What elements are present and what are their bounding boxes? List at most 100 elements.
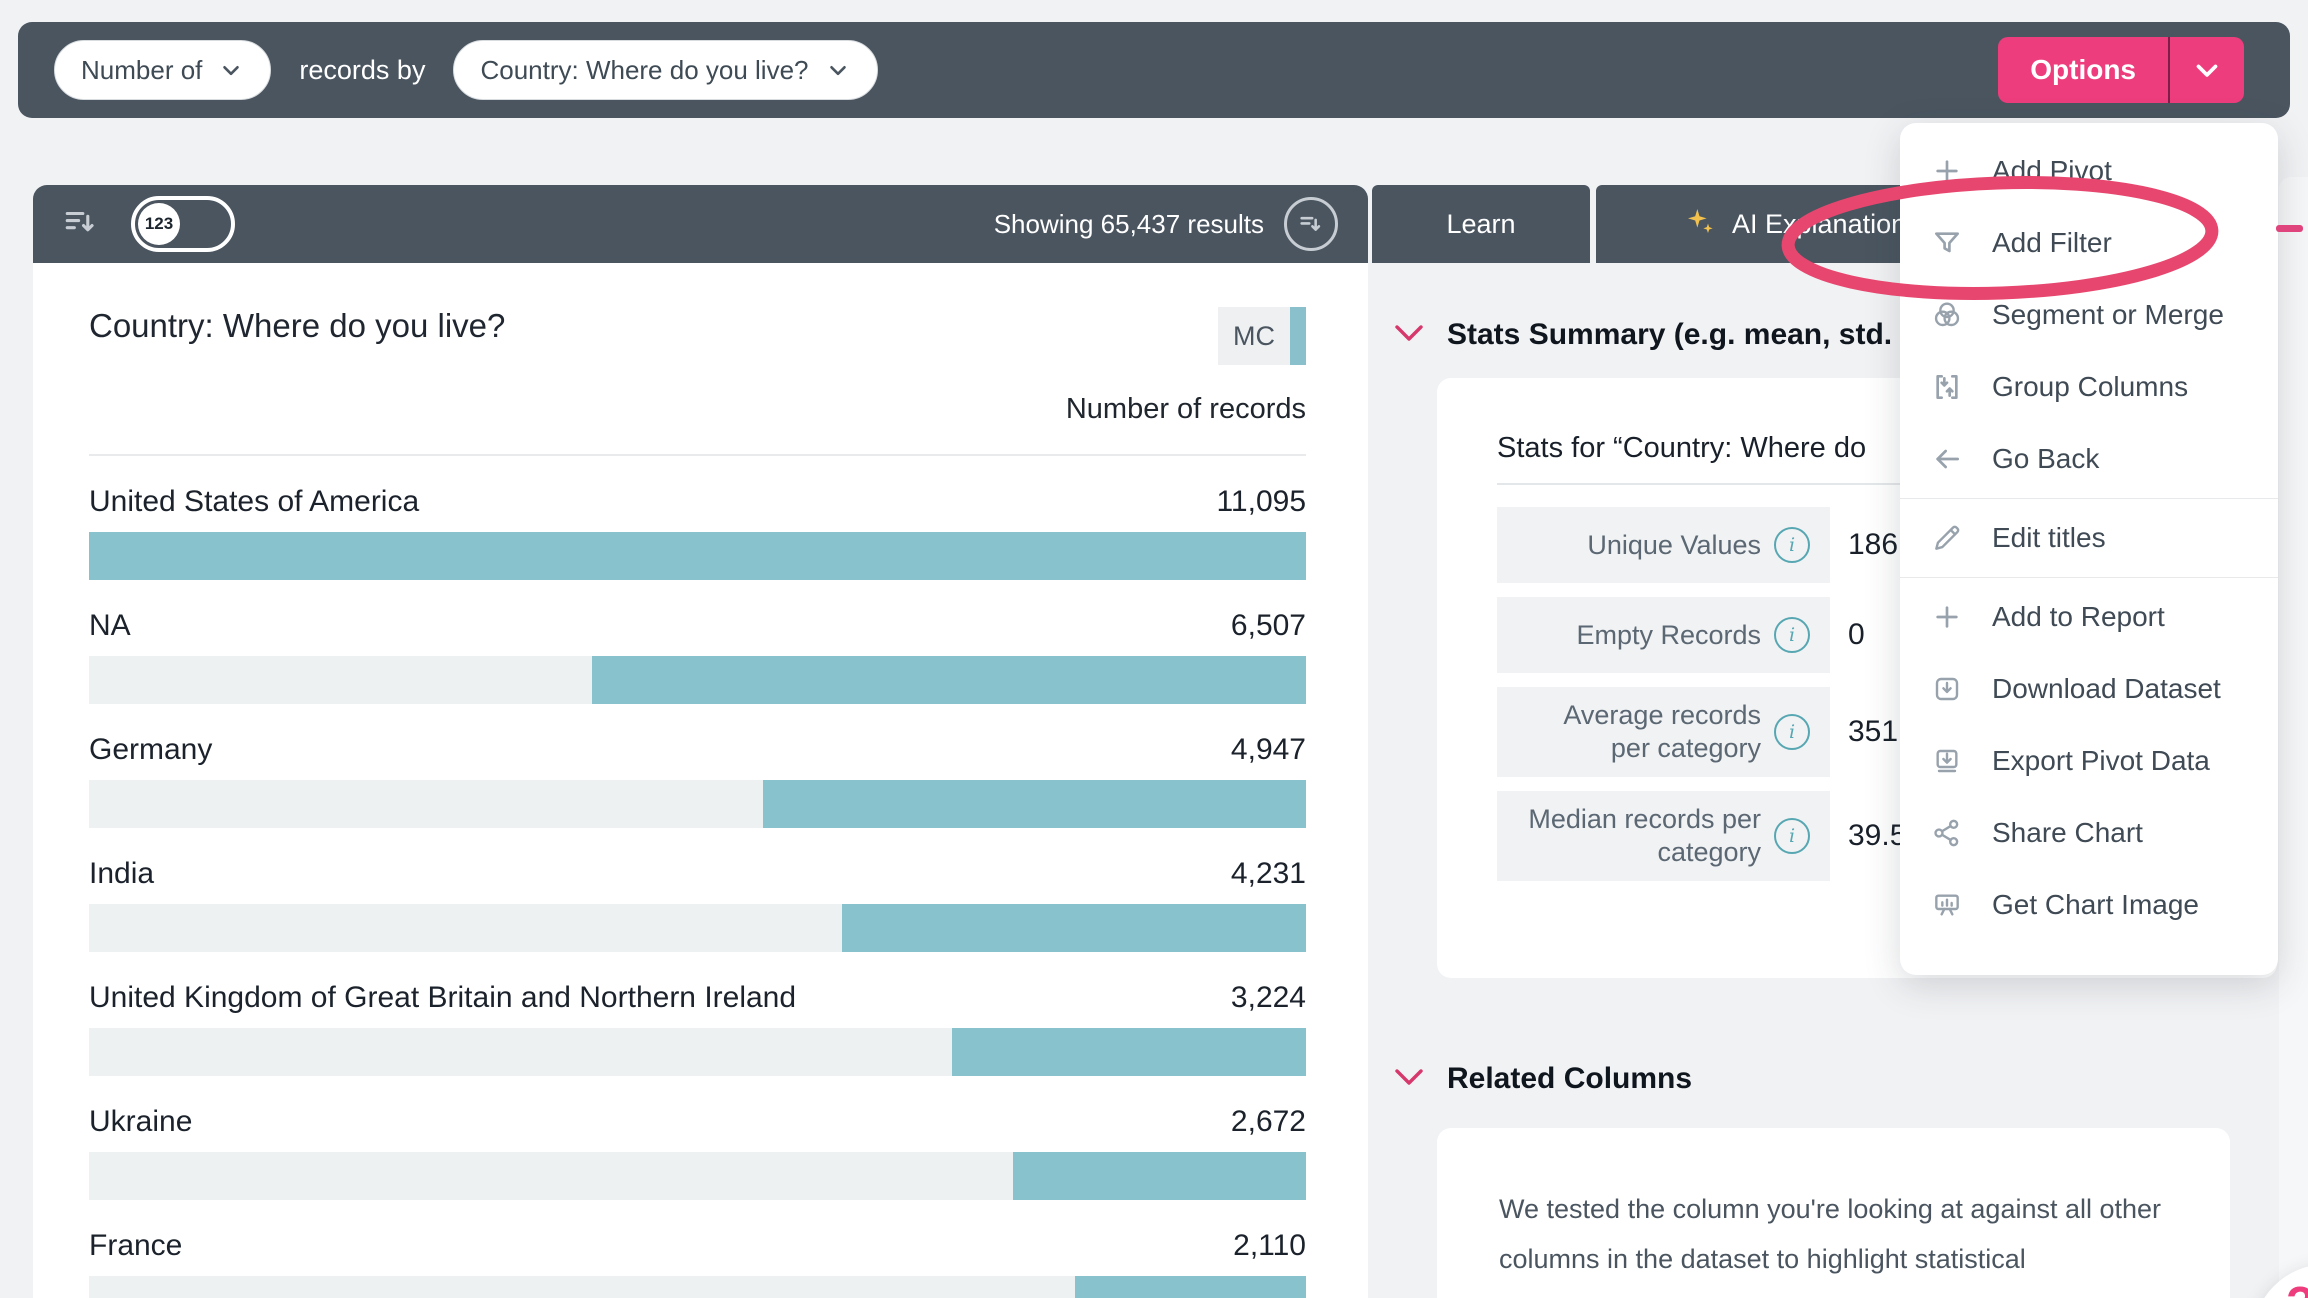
stat-value: 351 <box>1830 687 1898 777</box>
bar-row[interactable]: India4,231 <box>89 856 1306 952</box>
bar-track <box>89 1028 1306 1076</box>
bar-row[interactable]: France 2,110 <box>89 1228 1306 1298</box>
options-button[interactable]: Options <box>1998 37 2244 103</box>
plus-icon <box>1930 154 1964 188</box>
bar-category-label: United Kingdom of Great Britain and Nort… <box>89 980 796 1016</box>
menu-item-label: Segment or Merge <box>1992 299 2224 331</box>
info-icon[interactable]: i <box>1774 818 1810 854</box>
bar-value-label: 4,231 <box>1231 856 1306 892</box>
group-columns-icon <box>1930 370 1964 404</box>
chart-divider <box>89 454 1306 456</box>
bar-row[interactable]: Ukraine 2,672 <box>89 1104 1306 1200</box>
menu-item-add-filter[interactable]: Add Filter <box>1900 207 2278 279</box>
menu-item-label: Add Filter <box>1992 227 2112 259</box>
bar-value-label: 2,110 <box>1233 1228 1306 1264</box>
options-caret-button[interactable] <box>2170 37 2244 103</box>
chevron-down-icon <box>1393 318 1425 352</box>
menu-item-segment-or-merge[interactable]: Segment or Merge <box>1900 279 2278 351</box>
menu-item-share-chart[interactable]: Share Chart <box>1900 797 2278 869</box>
info-icon[interactable]: i <box>1774 714 1810 750</box>
column-type-badge-label: MC <box>1218 307 1290 365</box>
dimension-dropdown-value: Country: Where do you live? <box>480 55 808 86</box>
stat-label: Empty Records <box>1576 619 1761 652</box>
bar-fill <box>842 904 1306 952</box>
menu-item-add-to-report[interactable]: Add to Report <box>1900 581 2278 653</box>
measure-dropdown[interactable]: Number of <box>54 40 271 100</box>
stat-value: 186 <box>1830 507 1898 583</box>
chevron-down-icon <box>218 57 244 83</box>
bar-track <box>89 904 1306 952</box>
menu-item-label: Export Pivot Data <box>1992 745 2210 777</box>
bar-category-label: Ukraine <box>89 1104 192 1140</box>
menu-item-edit-titles[interactable]: Edit titles <box>1900 502 2278 574</box>
stat-label: Average records per category <box>1517 699 1761 765</box>
sparkle-icon <box>1684 205 1716 244</box>
menu-item-export-pivot-data[interactable]: Export Pivot Data <box>1900 725 2278 797</box>
results-count-text: Showing 65,437 results <box>994 209 1264 240</box>
related-columns-card: We tested the column you're looking at a… <box>1437 1128 2230 1298</box>
results-count-area: Showing 65,437 results <box>994 197 1338 251</box>
share-icon <box>1930 816 1964 850</box>
bar-row[interactable]: United Kingdom of Great Britain and Nort… <box>89 980 1306 1076</box>
column-type-badge: MC <box>1218 307 1306 365</box>
numeric-format-toggle-knob: 123 <box>138 203 180 245</box>
bar-row[interactable]: NA 6,507 <box>89 608 1306 704</box>
bar-value-label: 2,672 <box>1231 1104 1306 1140</box>
related-columns-description: We tested the column you're looking at a… <box>1499 1184 2168 1298</box>
bar-fill <box>89 532 1306 580</box>
menu-item-go-back[interactable]: Go Back <box>1900 423 2278 495</box>
bar-track <box>89 532 1306 580</box>
chart-panel: 123 Showing 65,437 results Country: Wher… <box>33 185 1368 1298</box>
menu-item-label: Go Back <box>1992 443 2099 475</box>
stat-label: Median records per category <box>1517 803 1761 869</box>
menu-item-get-chart-image[interactable]: Get Chart Image <box>1900 869 2278 941</box>
bar-category-label: NA <box>89 608 131 644</box>
tab-learn[interactable]: Learn <box>1372 185 1590 263</box>
bar-row[interactable]: Germany 4,947 <box>89 732 1306 828</box>
bar-category-label: Germany <box>89 732 212 768</box>
stats-summary-section-header[interactable]: Stats Summary (e.g. mean, std. d <box>1393 318 1919 352</box>
connector-text: records by <box>299 55 425 86</box>
menu-item-add-pivot[interactable]: Add Pivot <box>1900 135 2278 207</box>
sort-icon[interactable] <box>63 205 97 244</box>
measure-dropdown-value: Number of <box>81 55 202 86</box>
numeric-format-toggle[interactable]: 123 <box>131 196 235 252</box>
bar-fill <box>763 780 1306 828</box>
bar-row[interactable]: United States of America11,095 <box>89 484 1306 580</box>
menu-item-label: Get Chart Image <box>1992 889 2199 921</box>
tab-learn-label: Learn <box>1446 209 1515 240</box>
dimension-dropdown[interactable]: Country: Where do you live? <box>453 40 877 100</box>
column-type-badge-strip <box>1290 307 1306 365</box>
info-icon[interactable]: i <box>1774 617 1810 653</box>
pencil-icon <box>1930 521 1964 555</box>
bar-track <box>89 1276 1306 1298</box>
chart-body: Country: Where do you live? MC Number of… <box>33 263 1368 1298</box>
venn-icon <box>1930 298 1964 332</box>
menu-item-download-dataset[interactable]: Download Dataset <box>1900 653 2278 725</box>
bar-value-label: 6,507 <box>1231 608 1306 644</box>
menu-item-label: Group Columns <box>1992 371 2188 403</box>
stats-summary-section-title: Stats Summary (e.g. mean, std. d <box>1447 318 1919 352</box>
menu-item-label: Add Pivot <box>1992 155 2112 187</box>
stat-label: Unique Values <box>1587 529 1761 562</box>
funnel-icon <box>1930 226 1964 260</box>
menu-item-group-columns[interactable]: Group Columns <box>1900 351 2278 423</box>
bar-value-label: 3,224 <box>1231 980 1306 1016</box>
bar-track <box>89 656 1306 704</box>
related-columns-section-title: Related Columns <box>1447 1062 1692 1096</box>
bar-track <box>89 780 1306 828</box>
value-axis-label: Number of records <box>89 393 1306 426</box>
chart-title: Country: Where do you live? <box>89 307 505 345</box>
sort-results-button[interactable] <box>1284 197 1338 251</box>
bar-category-label: France <box>89 1228 182 1264</box>
related-columns-section-header[interactable]: Related Columns <box>1393 1062 1692 1096</box>
bar-fill <box>952 1028 1306 1076</box>
menu-item-label: Edit titles <box>1992 522 2106 554</box>
bar-category-label: United States of America <box>89 484 419 520</box>
options-dropdown-menu: Add Pivot Add Filter Segment or Merge Gr… <box>1900 123 2278 975</box>
bar-value-label: 4,947 <box>1231 732 1306 768</box>
info-icon[interactable]: i <box>1774 527 1810 563</box>
menu-item-label: Share Chart <box>1992 817 2143 849</box>
stat-value: 0 <box>1830 597 1865 673</box>
options-button-label: Options <box>1998 37 2168 103</box>
